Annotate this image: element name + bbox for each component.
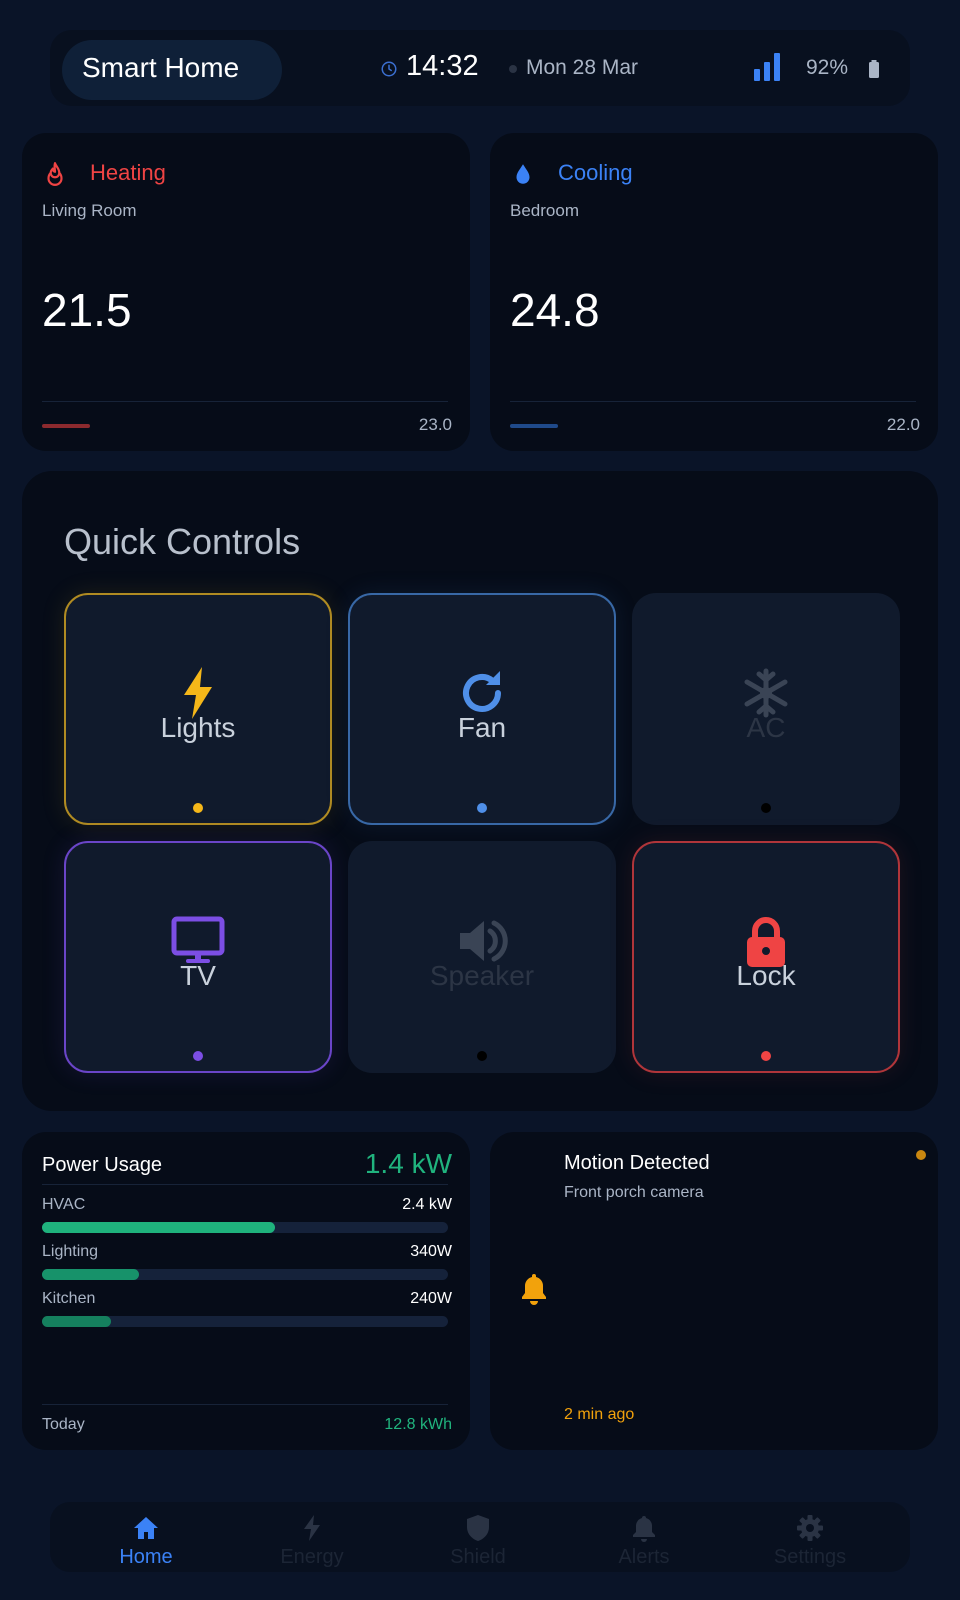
nav-item-alerts[interactable]: Alerts [561, 1502, 727, 1572]
gear-icon [797, 1515, 823, 1541]
quick-controls-panel: Quick Controls Lights Fan AC TV Speaker … [22, 471, 938, 1111]
usage-row-value: 340W [410, 1243, 452, 1260]
alert-time: 2 min ago [564, 1406, 635, 1423]
current-temperature: 24.8 [510, 284, 600, 336]
usage-bar-fill [42, 1222, 276, 1233]
divider [42, 1184, 448, 1185]
clock-time: 14:32 [406, 50, 479, 82]
speaker-tile[interactable]: Speaker [348, 841, 616, 1073]
status-dot [477, 1051, 487, 1061]
signal-icon [754, 53, 780, 81]
status-dot [193, 803, 203, 813]
status-bar: Smart Home 14:32 Mon 28 Mar 92% [50, 30, 910, 106]
usage-row-label: Lighting [42, 1243, 99, 1260]
app-title-pill[interactable]: Smart Home [62, 40, 282, 100]
tile-label: Lights [160, 712, 236, 743]
usage-bar-track [42, 1316, 448, 1327]
cooling-indicator-bar [510, 424, 558, 428]
droplet-icon [516, 164, 530, 184]
target-temperature: 23.0 [418, 415, 452, 434]
lock-tile[interactable]: Lock [632, 841, 900, 1073]
ac-tile[interactable]: AC [632, 593, 900, 825]
battery-percentage: 92% [806, 56, 849, 79]
nav-item-home[interactable]: Home [63, 1502, 229, 1572]
room-label: Living Room [42, 201, 137, 220]
nav-item-settings[interactable]: Settings [727, 1502, 893, 1572]
separator-dot [509, 65, 517, 73]
divider [42, 401, 448, 402]
today-value: 12.8 kWh [384, 1416, 452, 1433]
date-label: Mon 28 Mar [526, 56, 639, 79]
nav-label: Home [119, 1546, 173, 1568]
usage-row-value: 2.4 kW [402, 1196, 452, 1213]
flame-icon [47, 162, 63, 186]
heating-indicator-bar [42, 424, 90, 428]
power-usage-card[interactable]: Power Usage 1.4 kW HVAC 2.4 kW Lighting … [22, 1132, 470, 1450]
today-label: Today [42, 1416, 85, 1433]
tile-label: Fan [457, 712, 507, 743]
tv-tile[interactable]: TV [64, 841, 332, 1073]
unread-dot [916, 1150, 926, 1160]
usage-row-label: Kitchen [42, 1290, 96, 1307]
status-dot [193, 1051, 203, 1061]
nav-label: Shield [450, 1546, 506, 1568]
bell-icon [633, 1516, 655, 1542]
status-dot [761, 803, 771, 813]
tile-label: AC [746, 712, 786, 743]
alert-subtitle: Front porch camera [564, 1184, 704, 1201]
current-temperature: 21.5 [42, 284, 132, 336]
fan-tile[interactable]: Fan [348, 593, 616, 825]
target-temperature: 22.0 [886, 415, 920, 434]
power-total: 1.4 kW [364, 1148, 452, 1179]
shield-icon [467, 1515, 489, 1541]
bell-icon [522, 1274, 546, 1305]
heating-card[interactable]: Heating Living Room 21.5 23.0 [22, 133, 470, 451]
section-title: Quick Controls [64, 521, 301, 562]
alert-title: Motion Detected [564, 1152, 710, 1174]
bottom-nav: Home Energy Shield Alerts Settings [50, 1502, 910, 1572]
power-title: Power Usage [42, 1154, 163, 1176]
nav-label: Settings [773, 1546, 847, 1568]
usage-bar-fill [42, 1316, 112, 1327]
tile-label: Speaker [429, 960, 535, 991]
status-dot [477, 803, 487, 813]
nav-label: Energy [280, 1546, 344, 1568]
usage-bar-track [42, 1269, 448, 1280]
lights-tile[interactable]: Lights [64, 593, 332, 825]
usage-bar-fill [42, 1269, 140, 1280]
usage-bar-track [42, 1222, 448, 1233]
usage-row-label: HVAC [42, 1196, 86, 1213]
battery-icon [869, 60, 879, 78]
room-label: Bedroom [510, 201, 579, 220]
home-icon [134, 1517, 158, 1539]
tile-label: TV [180, 960, 216, 991]
cooling-mode-label: Cooling [558, 160, 633, 185]
nav-label: Alerts [618, 1546, 670, 1568]
cooling-card[interactable]: Cooling Bedroom 24.8 22.0 [490, 133, 938, 451]
divider [510, 401, 916, 402]
motion-alert-card[interactable]: Motion Detected Front porch camera 2 min… [490, 1132, 938, 1450]
bolt-icon [304, 1515, 320, 1541]
clock-icon [381, 61, 397, 77]
tile-label: Lock [736, 960, 796, 991]
nav-item-energy[interactable]: Energy [229, 1502, 395, 1572]
divider [42, 1404, 448, 1405]
app-title: Smart Home [82, 52, 240, 83]
heating-mode-label: Heating [90, 160, 166, 185]
nav-item-shield[interactable]: Shield [395, 1502, 561, 1572]
usage-row-value: 240W [410, 1290, 452, 1307]
status-dot [761, 1051, 771, 1061]
